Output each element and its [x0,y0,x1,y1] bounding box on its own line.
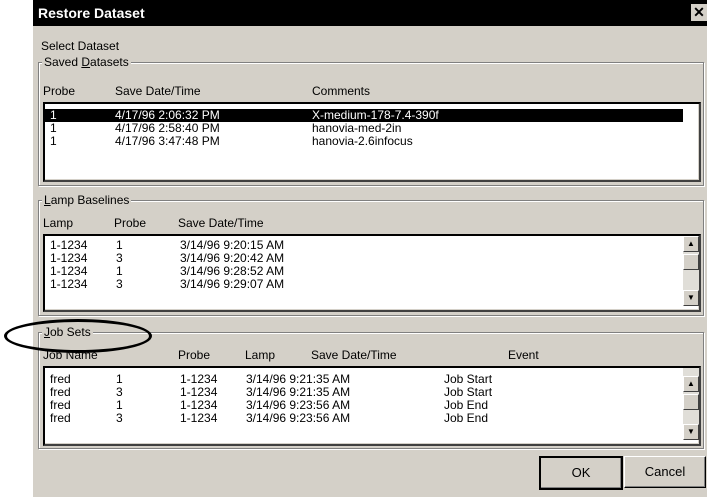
list-item[interactable]: fred 1 1-1234 3/14/96 9:23:56 AM Job End [45,399,665,412]
cell-date: 3/14/96 9:23:56 AM [246,411,351,425]
dialog-title: Restore Dataset [38,5,145,21]
lamp-scrollbar[interactable]: ▲ ▼ [683,236,699,306]
header-save-date-time[interactable]: Save Date/Time [178,216,264,230]
scroll-down-icon[interactable]: ▼ [683,290,699,306]
cell-lamp: 1-1234 [50,277,88,291]
lamp-baselines-list[interactable]: 1-1234 1 3/14/96 9:20:15 AM 1-1234 3 3/1… [43,234,701,312]
ok-button[interactable]: OK [539,456,623,490]
list-item[interactable]: 1-1234 3 3/14/96 9:20:42 AM [45,252,665,265]
list-item[interactable]: 1-1234 3 3/14/96 9:29:07 AM [45,278,665,291]
header-probe[interactable]: Probe [114,216,146,230]
cell-probe: 3 [116,411,123,425]
title-bar[interactable]: Restore Dataset ✕ [33,0,707,26]
scroll-up-icon[interactable]: ▲ [683,376,699,392]
lamp-baselines-legend: Lamp Baselines [42,193,132,207]
cell-event: Job End [444,411,489,425]
cell-job-name: fred [50,411,71,425]
header-probe[interactable]: Probe [178,348,210,362]
header-comments[interactable]: Comments [312,84,370,98]
job-sets-list[interactable]: fred 1 1-1234 3/14/96 9:21:35 AM Job Sta… [43,366,701,446]
annotation-circle [4,319,152,353]
scroll-down-icon[interactable]: ▼ [683,424,699,440]
cell-date: 3/14/96 9:29:07 AM [180,277,285,291]
list-item[interactable]: 1-1234 1 3/14/96 9:28:52 AM [45,265,665,278]
scroll-thumb[interactable] [683,394,699,410]
header-save-date-time[interactable]: Save Date/Time [115,84,201,98]
restore-dataset-dialog: Restore Dataset ✕ Select Dataset Saved D… [33,0,707,497]
cell-comment: hanovia-2.6infocus [312,134,413,148]
cell-probe: 3 [116,277,123,291]
cell-lamp: 1-1234 [180,411,218,425]
saved-datasets-list[interactable]: 1 4/17/96 2:06:32 PM X-medium-178-7.4-39… [43,102,701,182]
scroll-thumb[interactable] [683,254,699,270]
job-sets-scrollbar[interactable]: ▲ ▼ [683,368,699,440]
cell-probe: 1 [50,134,57,148]
cancel-button[interactable]: Cancel [624,456,706,488]
scroll-up-icon[interactable]: ▲ [683,236,699,252]
saved-datasets-legend: Saved Datasets [42,55,131,69]
header-lamp[interactable]: Lamp [43,216,73,230]
list-item[interactable]: fred 3 1-1234 3/14/96 9:23:56 AM Job End [45,412,665,425]
header-save-date-time[interactable]: Save Date/Time [311,348,397,362]
header-lamp[interactable]: Lamp [245,348,275,362]
header-event[interactable]: Event [508,348,539,362]
select-dataset-label: Select Dataset [41,39,120,53]
list-item[interactable]: fred 3 1-1234 3/14/96 9:21:35 AM Job Sta… [45,386,665,399]
header-probe[interactable]: Probe [43,84,75,98]
list-item[interactable]: 1 4/17/96 3:47:48 PM hanovia-2.6infocus [45,135,683,148]
list-item[interactable]: fred 1 1-1234 3/14/96 9:21:35 AM Job Sta… [45,373,665,386]
list-item[interactable]: 1-1234 1 3/14/96 9:20:15 AM [45,239,665,252]
close-icon[interactable]: ✕ [691,4,707,21]
cell-date: 4/17/96 3:47:48 PM [115,134,220,148]
